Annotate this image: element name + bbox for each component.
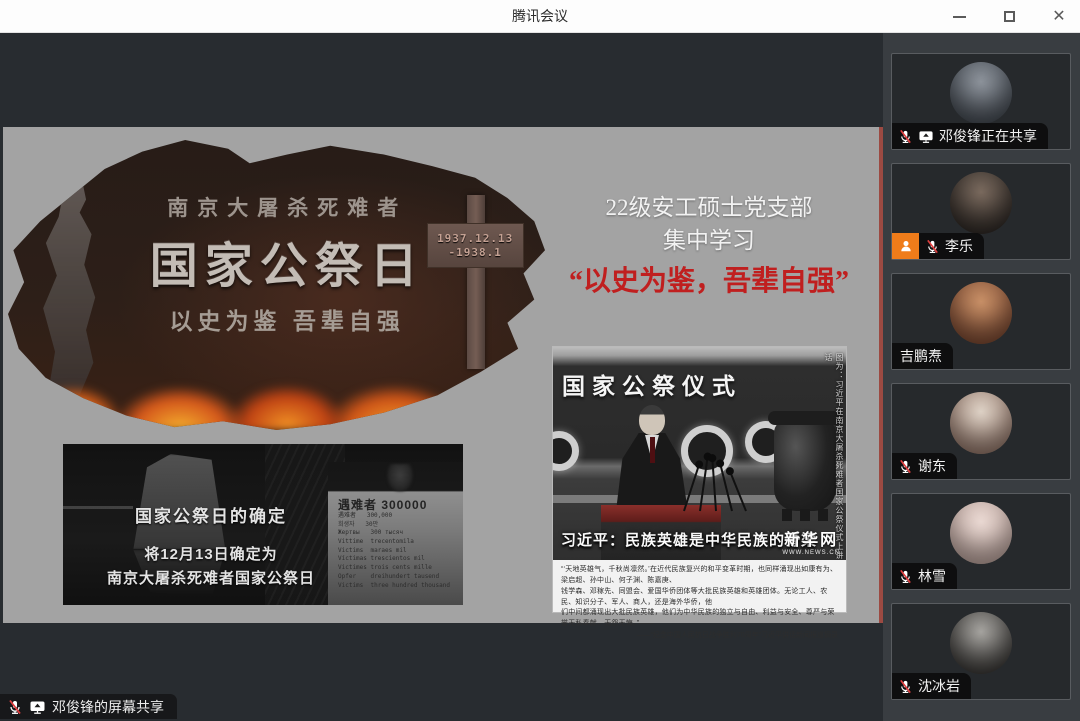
microphones-graphic [673,451,763,511]
quote-line1: “‘天地英雄气，千秋尚凛然。’在近代民族复兴的和平变革时期，也同样涌现出如康有为… [561,565,838,587]
participants-sidebar[interactable]: 邓俊锋正在共享 李乐 吉鹏焘 [883,33,1080,721]
left-photo-line2: 南京大屠杀死难者国家公祭日 [81,567,341,588]
ceremony-title: 国家公祭仪式 [562,367,742,401]
mic-muted-icon [898,569,913,584]
banner-line1: 南京大屠杀死难者 [121,192,454,222]
mic-muted-icon [898,679,913,694]
participant-name: 邓俊锋正在共享 [939,126,1037,146]
victims-wall-rows: 遇难者 300,000 희생자 30만 Жертвы 300 тысяч Vit… [338,512,450,590]
banner-title: 国家公祭日 [121,226,454,296]
share-badge-text: 邓俊锋的屏幕共享 [52,697,164,717]
screen-share-icon [29,699,46,715]
participant-tile[interactable]: 沈冰岩 [891,603,1071,700]
participant-name: 沈冰岩 [918,676,960,696]
minimize-icon[interactable] [946,4,972,30]
xi-quote-strip: “‘天地英雄气，千秋尚凛然。’在近代民族复兴的和平变革时期，也同样涌现出如康有为… [553,560,846,612]
heading-line2: 集中学习 [551,224,867,257]
participant-name: 谢东 [918,456,946,476]
titlebar: 腾讯会议 ✕ [0,0,1080,33]
participant-tile[interactable]: 李乐 [891,163,1071,260]
victims-wall-title: 遇难者 300000 [338,496,427,513]
heading-line1: 22级安工硕士党支部 [551,191,867,224]
mic-muted-icon [7,699,23,715]
maximize-icon[interactable] [996,4,1022,30]
window-title: 腾讯会议 [512,6,568,26]
victims-wall-photo: 遇难者 300000 遇难者 300,000 희생자 30만 Жертвы 30… [328,462,463,605]
cross-monument: 1937.12.13 -1938.1 [427,195,524,369]
left-photo-title: 国家公祭日的确定 [81,502,341,527]
participant-name: 李乐 [945,236,973,256]
avatar [950,172,1012,234]
presentation-slide: 南京大屠杀死难者 国家公祭日 以史为鉴 吾辈自强 1937.12.13 -193… [3,127,879,623]
screen-share-badge: 邓俊锋的屏幕共享 [0,694,177,719]
monument-date2: -1938.1 [449,246,502,260]
participant-name: 吉鹏焘 [900,346,942,366]
wreath-graphic [553,431,579,471]
avatar [950,62,1012,124]
window-controls: ✕ [946,0,1072,33]
quote-attribution: ——“纪念中国人民抗日战争胜利70周年”习近平讲话新闻报道摘录 [561,630,838,642]
participant-tile[interactable]: 谢东 [891,383,1071,480]
avatar [950,282,1012,344]
close-icon[interactable]: ✕ [1046,4,1072,30]
quote-line2: 钱学森、邓稼先、同盟会、爱国华侨团体等大批民族英雄和英雄团体。无论工人、农民、知… [561,587,838,609]
left-photo-line1: 将12月13日确定为 [81,543,341,564]
participant-tile[interactable]: 吉鹏焘 [891,273,1071,370]
memorial-banner-image: 南京大屠杀死难者 国家公祭日 以史为鉴 吾辈自强 1937.12.13 -193… [8,140,545,430]
screen-share-icon [918,129,934,144]
quote-line3: 们中间都涌现出大批民族英雄，他们为中华民族的独立与自由、利益与安全、尊严与荣誉无… [561,608,838,630]
slide-heading: 22级安工硕士党支部 集中学习 “以史为鉴，吾辈自强” [551,191,867,299]
tree-graphic [387,464,413,492]
mic-muted-icon [898,459,913,474]
memorial-day-photo: 国家公祭日的确定 将12月13日确定为 南京大屠杀死难者国家公祭日 遇难者 30… [63,444,463,605]
monument-date1: 1937.12.13 [437,232,513,246]
mic-muted-icon [925,239,940,254]
host-badge-icon [892,233,919,259]
ceremony-caption: 习近平：民族英雄是中华民族的脊梁 [561,529,817,550]
avatar [950,502,1012,564]
ceremony-photo: 国家公祭仪式 图为：习近平在南京大屠杀死难者国家公祭仪式上讲话 习近平：民族英雄… [553,347,846,612]
avatar [950,392,1012,454]
heading-quote: “以史为鉴，吾辈自强” [551,265,867,299]
participant-tile[interactable]: 邓俊锋正在共享 [891,53,1071,150]
avatar [950,612,1012,674]
participant-name: 林雪 [918,566,946,586]
shared-screen-area: 南京大屠杀死难者 国家公祭日 以史为鉴 吾辈自强 1937.12.13 -193… [0,33,883,721]
banner-line3: 以史为鉴 吾辈自强 [121,302,454,336]
participant-tile[interactable]: 林雪 [891,493,1071,590]
mic-muted-icon [898,129,913,144]
xinhua-logo: 新华网 WWW.NEWS.CN [782,526,840,556]
